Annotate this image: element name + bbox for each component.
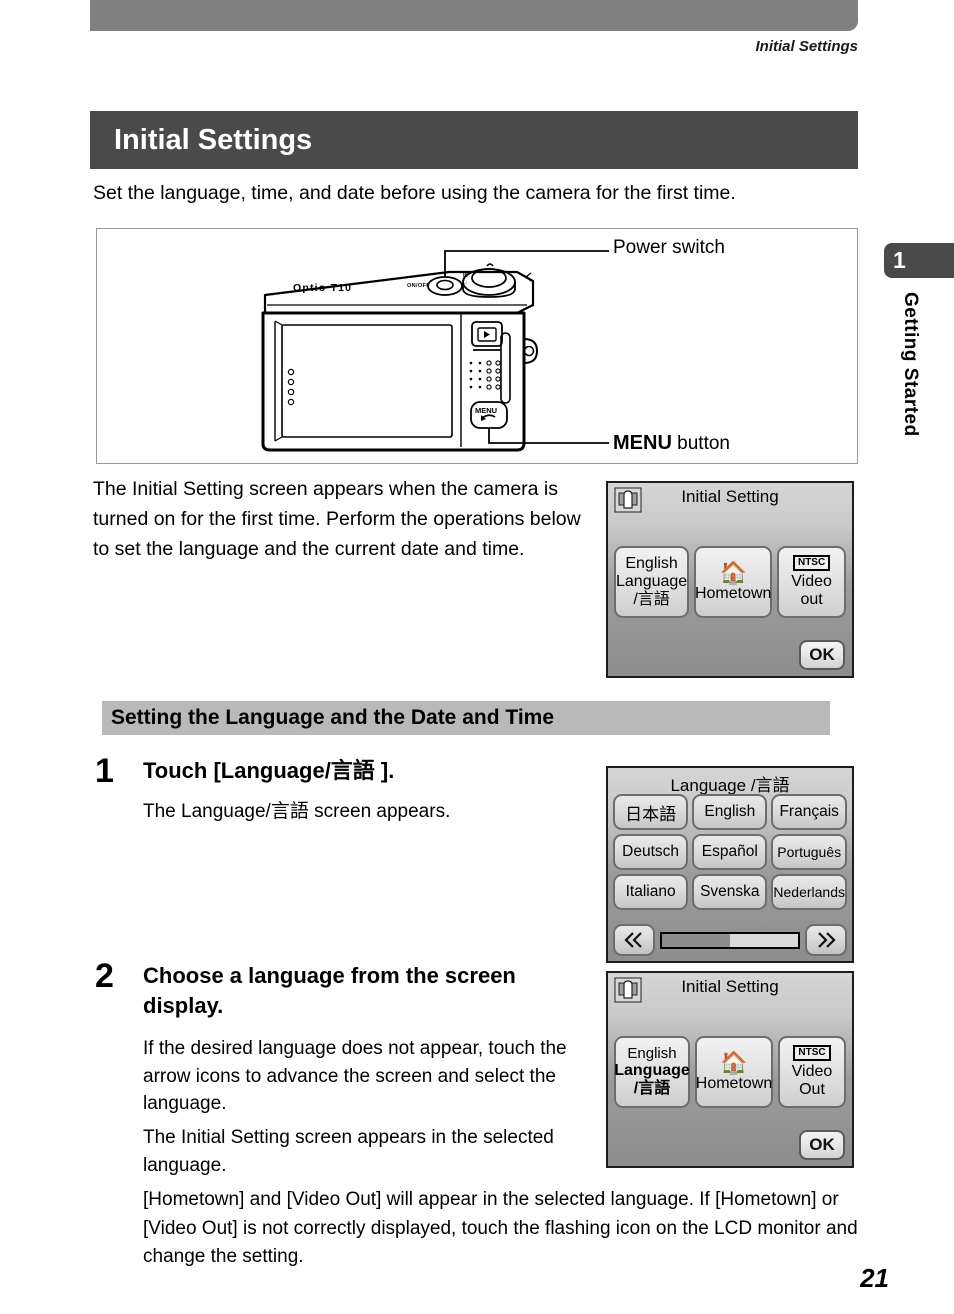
chapter-tab-number: 1 (884, 243, 954, 278)
page-number: 21 (860, 1263, 889, 1293)
step-1-title: Touch [Language/言語 ]. (143, 758, 395, 783)
lcd1-videoout-line1: Video (791, 573, 832, 591)
step-2-number: 2 (95, 957, 114, 995)
lcd2-language-button[interactable]: English Language /言語 (614, 1036, 690, 1108)
language-scrollbar[interactable] (660, 931, 800, 949)
lcd-initial-setting-screen-2: Initial Setting English Language /言語 🏠 H… (606, 971, 854, 1168)
lcd2-hometown-button[interactable]: 🏠 Hometown (695, 1036, 773, 1108)
menu-button-callout: MENU button (613, 432, 730, 455)
lcd2-language-line3: /言語 (633, 1080, 671, 1098)
lcd1-videoout-line2: out (800, 591, 823, 608)
lcd1-language-line1: English (625, 555, 678, 573)
chevron-double-right-icon[interactable] (805, 924, 847, 956)
menu-button-marking: MENU (475, 406, 497, 415)
lcd1-language-button[interactable]: English Language /言語 (614, 546, 690, 618)
lcd-language-screen: Language /言語 日本語 English Français Deutsc… (606, 766, 854, 963)
language-option-swedish[interactable]: Svenska (692, 874, 768, 910)
menu-callout-rest: button (671, 433, 730, 454)
step-1-number: 1 (95, 752, 114, 790)
language-option-french[interactable]: Français (771, 794, 847, 830)
lcd2-language-line2: Language (614, 1062, 690, 1080)
lcd-initial-setting-screen-1: Initial Setting English Language /言語 🏠 H… (606, 481, 854, 678)
header-decor-bar (90, 0, 858, 31)
lcd-language-header: Language /言語 (670, 776, 790, 795)
lcd2-language-line1: English (627, 1044, 677, 1062)
lcd2-videoout-line2: Out (799, 1081, 825, 1098)
lcd1-language-line3: /言語 (633, 590, 670, 608)
home-icon-2: 🏠 (720, 1049, 748, 1075)
language-option-german[interactable]: Deutsch (613, 834, 689, 870)
chevron-double-left-icon[interactable] (613, 924, 655, 956)
language-option-spanish[interactable]: Español (692, 834, 768, 870)
home-icon: 🏠 (719, 559, 747, 585)
language-option-dutch[interactable]: Nederlands (771, 874, 847, 910)
chapter-tab-label: Getting Started (900, 292, 921, 437)
ntsc-badge-2: NTSC (793, 1045, 831, 1062)
step-2-title: Choose a language from the screen displa… (143, 963, 516, 1018)
running-head: Initial Settings (755, 38, 858, 55)
svg-text:III: III (463, 273, 468, 279)
lcd2-hometown-label: Hometown (695, 1074, 773, 1092)
language-option-italian[interactable]: Italiano (613, 874, 689, 910)
step-2-body-1: If the desired language does not appear,… (143, 1038, 567, 1115)
lcd2-header: Initial Setting (681, 977, 779, 996)
language-scrollbar-thumb[interactable] (662, 933, 730, 947)
language-option-portuguese[interactable]: Português (771, 834, 847, 870)
lcd2-videoout-line1: Video (791, 1063, 833, 1081)
language-grid: 日本語 English Français Deutsch Español Por… (613, 794, 847, 910)
ntsc-badge: NTSC (792, 555, 831, 572)
camera-model-label: Optio T10 (293, 282, 352, 294)
lcd1-hometown-label: Hometown (694, 584, 772, 602)
step-1-body: The Language/言語 screen appears. (143, 801, 451, 822)
body-paragraph: The Initial Setting screen appears when … (93, 478, 581, 560)
footer-note: [Hometown] and [Video Out] will appear i… (143, 1189, 858, 1267)
camera-drawing: Optio T10 ON/OFF III □ MENU (261, 250, 609, 452)
menu-callout-bold: MENU (613, 432, 672, 454)
section-heading: Setting the Language and the Date and Ti… (102, 701, 830, 735)
page-title: Initial Settings (90, 111, 858, 169)
language-option-english[interactable]: English (692, 794, 768, 830)
camera-illustration: Optio T10 ON/OFF III □ MENU Power switch… (96, 228, 858, 464)
language-nav-row (613, 923, 847, 957)
lcd2-videoout-button[interactable]: NTSC Video Out (778, 1036, 846, 1108)
lcd1-videoout-button[interactable]: NTSC Video out (777, 546, 846, 618)
lcd1-ok-button[interactable]: OK (799, 640, 845, 670)
lcd1-language-line2: Language (616, 573, 688, 591)
step-2-body-2: The Initial Setting screen appears in th… (143, 1127, 554, 1176)
lcd1-hometown-button[interactable]: 🏠 Hometown (694, 546, 773, 618)
lcd2-ok-button[interactable]: OK (799, 1130, 845, 1160)
lcd1-header: Initial Setting (681, 487, 779, 506)
intro-text: Set the language, time, and date before … (93, 182, 736, 204)
language-option-japanese[interactable]: 日本語 (613, 794, 689, 830)
power-switch-callout: Power switch (613, 237, 725, 258)
power-switch-marking: ON/OFF (407, 283, 430, 289)
